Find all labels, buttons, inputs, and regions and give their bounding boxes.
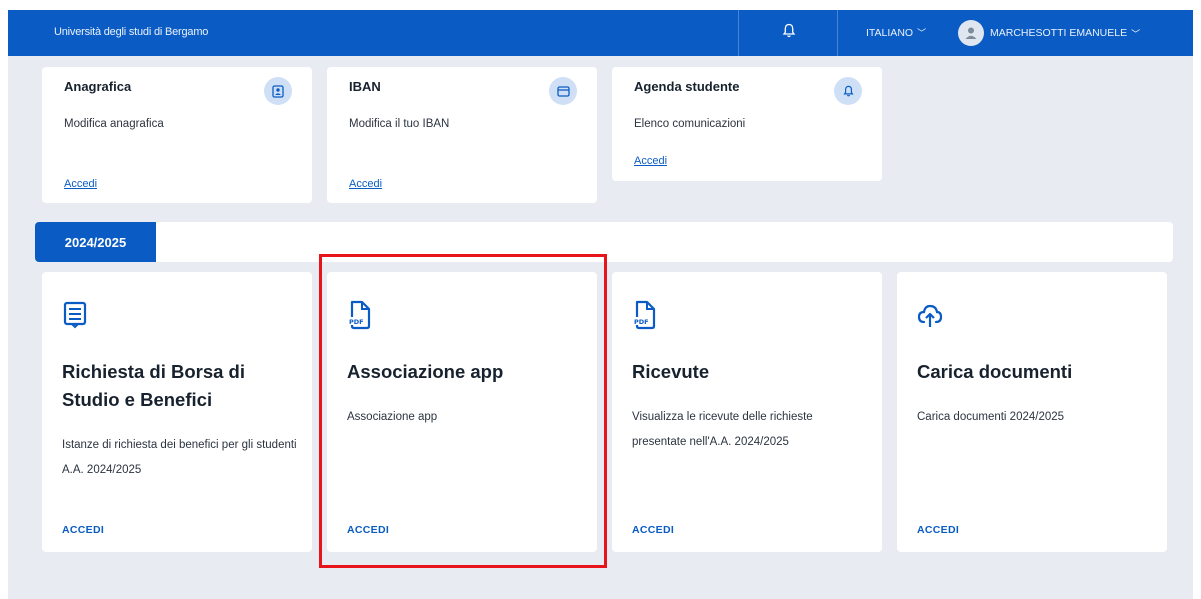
card-description: Istanze di richiesta dei benefici per gl…: [62, 439, 297, 476]
form-icon: [63, 301, 87, 329]
card-description: Modifica anagrafica: [64, 118, 164, 130]
page-frame: Università degli studi di Bergamo ITALIA…: [8, 10, 1193, 599]
user-icon: [965, 27, 977, 39]
user-menu[interactable]: MARCHESOTTI EMANUELE ﹀: [958, 20, 1140, 46]
top-navbar: Università degli studi di Bergamo ITALIA…: [8, 10, 1193, 56]
bell-icon: [782, 23, 796, 38]
credit-card-icon: [549, 77, 577, 105]
language-label: ITALIANO: [866, 27, 914, 39]
card-description: Carica documenti 2024/2025: [917, 411, 1065, 423]
accedi-button[interactable]: ACCEDI: [632, 524, 674, 536]
card-anagrafica: Anagrafica Modifica anagrafica Accedi: [42, 67, 312, 203]
chevron-down-icon: ﹀: [917, 28, 927, 38]
cloud-upload-icon: [917, 304, 943, 327]
user-name: MARCHESOTTI EMANUELE: [990, 27, 1128, 39]
accedi-button[interactable]: ACCEDI: [917, 524, 959, 536]
card-title: Carica documenti: [917, 361, 1073, 382]
card-title: IBAN: [349, 79, 381, 94]
highlight-box: [319, 254, 607, 568]
brand-name[interactable]: Università degli studi di Bergamo: [54, 26, 208, 38]
accedi-button[interactable]: ACCEDI: [62, 524, 104, 536]
pdf-icon: PDF: [633, 300, 656, 330]
card-iban: IBAN Modifica il tuo IBAN Accedi: [327, 67, 597, 203]
avatar: [958, 20, 984, 46]
card-carica-documenti: Carica documenti Carica documenti 2024/2…: [897, 272, 1167, 552]
tab-2024-2025[interactable]: 2024/2025: [35, 222, 156, 262]
card-title: Anagrafica: [64, 79, 132, 94]
svg-text:PDF: PDF: [634, 318, 649, 326]
card-description: Visualizza le ricevute delle richieste p…: [632, 411, 813, 448]
card-title: Agenda studente: [634, 79, 740, 94]
bell-icon: [834, 77, 862, 105]
accedi-link[interactable]: Accedi: [64, 178, 97, 190]
chevron-down-icon: ﹀: [1131, 28, 1141, 39]
card-title: Ricevute: [632, 361, 710, 382]
card-agenda-studente: Agenda studente Elenco comunicazioni Acc…: [612, 67, 882, 181]
language-selector[interactable]: ITALIANO ﹀: [866, 26, 926, 39]
notifications-button[interactable]: [738, 10, 838, 56]
accedi-link[interactable]: Accedi: [349, 178, 382, 190]
card-description: Modifica il tuo IBAN: [349, 118, 450, 130]
accedi-link[interactable]: Accedi: [634, 155, 667, 167]
id-card-icon: [264, 77, 292, 105]
card-title: Richiesta di Borsa di Studio e Benefici: [62, 361, 245, 410]
card-borsa-di-studio: Richiesta di Borsa di Studio e Benefici …: [42, 272, 312, 552]
card-description: Elenco comunicazioni: [634, 118, 746, 130]
card-ricevute: PDF Ricevute Visualizza le ricevute dell…: [612, 272, 882, 552]
